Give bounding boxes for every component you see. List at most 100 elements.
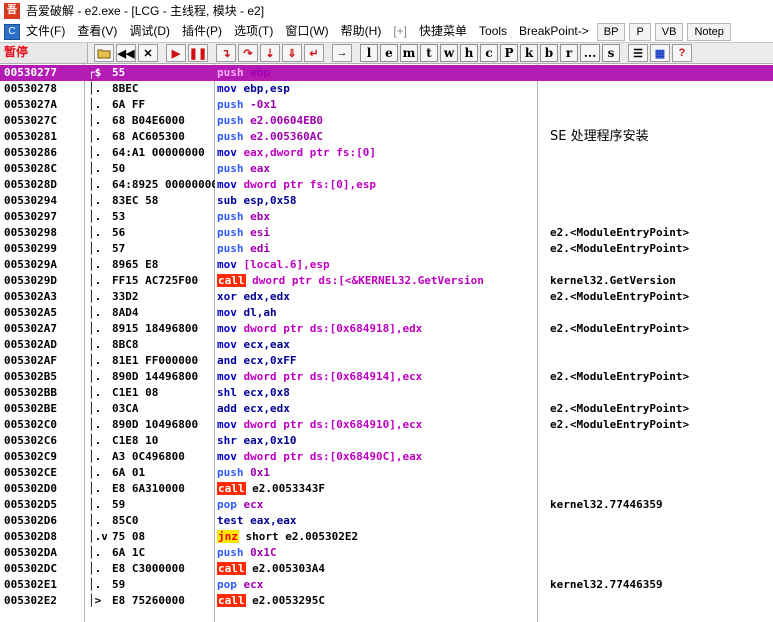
threads-window-button[interactable]: t xyxy=(420,44,438,62)
mnemonic: mov xyxy=(217,370,237,383)
operands: esp,0x58 xyxy=(243,194,297,207)
menu-tools[interactable]: Tools xyxy=(473,21,513,42)
disasm-row[interactable]: 005302DA │. 6A 1C push 0x1C xyxy=(0,545,773,561)
disasm-row[interactable]: 005302D6 │. 85C0 test eax,eax xyxy=(0,513,773,529)
run-icon[interactable]: ▶ xyxy=(166,44,186,62)
comment-cell: e2.<ModuleEntryPoint> xyxy=(550,226,690,239)
disasm-row[interactable]: 0053028D │. 64:8925 00000000 mov dword ptr … xyxy=(0,177,773,193)
memory-window-button[interactable]: m xyxy=(400,44,418,62)
disasm-row[interactable]: 005302D5 │. 59 pop ecx kernel32.77446359 xyxy=(0,497,773,513)
disasm-row[interactable]: 005302AD │. 8BC8 mov ecx,eax xyxy=(0,337,773,353)
disasm-row[interactable]: 005302E1 │. 59 pop ecx kernel32.77446359 xyxy=(0,577,773,593)
flow-marker: │. xyxy=(88,546,102,559)
disasm-row[interactable]: 00530298 │. 56 push esi e2.<ModuleEntryPoint… xyxy=(0,225,773,241)
mnemonic: mov xyxy=(217,338,237,351)
trace-over-icon[interactable]: ⇓ xyxy=(282,44,302,62)
disasm-row[interactable]: 005302DC │. E8 C3000000 call e2.005303A4 xyxy=(0,561,773,577)
breakpoints-window-button[interactable]: b xyxy=(540,44,558,62)
menu-breakpoint[interactable]: BreakPoint-> xyxy=(513,21,595,42)
menu-window[interactable]: 窗口(W) xyxy=(279,21,334,42)
disasm-row[interactable]: 0053029D │. FF15 AC725F00 call dword ptr ds… xyxy=(0,273,773,289)
disasm-row[interactable]: 005302A7 │. 8915 18496800 mov dword ptr ds:… xyxy=(0,321,773,337)
disasm-row[interactable]: 005302E2 │> E8 75260000 call e2.0053295C xyxy=(0,593,773,609)
menu-help[interactable]: 帮助(H) xyxy=(335,21,388,42)
tab-p[interactable]: P xyxy=(629,22,651,41)
comment-cell: e2.<ModuleEntryPoint> xyxy=(550,402,690,415)
execute-till-return-icon[interactable]: ↵ xyxy=(304,44,324,62)
pause-icon[interactable]: ❚❚ xyxy=(188,44,208,62)
disasm-row[interactable]: 005302C0 │. 890D 10496800 mov dword ptr ds:… xyxy=(0,417,773,433)
disasm-row[interactable]: 005302BE │. 03CA add ecx,edx e2.<ModuleEntry… xyxy=(0,401,773,417)
menu-debug[interactable]: 调试(D) xyxy=(123,21,176,42)
references-window-button[interactable]: r xyxy=(560,44,578,62)
tab-bp[interactable]: BP xyxy=(596,22,626,41)
rewind-icon[interactable]: ◀◀ xyxy=(116,44,136,62)
disassembly-cell: push 0x1 xyxy=(217,465,537,481)
disasm-row[interactable]: 0053028C │. 50 push eax xyxy=(0,161,773,177)
disasm-row[interactable]: 005302BB │. C1E1 08 shl ecx,0x8 xyxy=(0,385,773,401)
address-cell: 00530286 xyxy=(4,146,57,159)
flow-marker: │. xyxy=(88,82,102,95)
modules-window-button[interactable]: e xyxy=(380,44,398,62)
call-stack-window-button[interactable]: k xyxy=(520,44,538,62)
system-menu-icon[interactable]: C xyxy=(4,23,20,40)
tab-notepad[interactable]: Notep xyxy=(687,22,731,41)
menu-view[interactable]: 查看(V) xyxy=(71,21,123,42)
address-cell: 00530298 xyxy=(4,226,57,239)
disasm-row[interactable]: 005302A5 │. 8AD4 mov dl,ah xyxy=(0,305,773,321)
options-grid-icon[interactable]: ▦ xyxy=(650,44,670,62)
patches-window-button[interactable]: P xyxy=(500,44,518,62)
disasm-row[interactable]: 005302A3 │. 33D2 xor edx,edx e2.<ModuleEntry… xyxy=(0,289,773,305)
menu-plugins[interactable]: 插件(P) xyxy=(176,21,228,42)
flow-marker: │. xyxy=(88,210,102,223)
mnemonic: mov xyxy=(217,306,237,319)
log-window-button[interactable]: l xyxy=(360,44,378,62)
disassembly-cell: mov ebp,esp xyxy=(217,81,537,97)
disasm-row[interactable]: 005302AF │. 81E1 FF000000 and ecx,0xFF xyxy=(0,353,773,369)
help-icon[interactable]: ? xyxy=(672,44,692,62)
disasm-row[interactable]: 00530281 │. 68 AC605300 push e2.005360AC SE … xyxy=(0,129,773,145)
disasm-row[interactable]: 00530286 │. 64:A1 00000000 mov eax,dword pt… xyxy=(0,145,773,161)
flow-marker: ┌$ xyxy=(88,66,102,79)
disasm-row[interactable]: 005302D8 │.v 75 08 jnz short e2.005302E2 xyxy=(0,529,773,545)
disassembly-pane[interactable]: 00530277 ┌$ 55 push ebp 00530278 │. 8BEC mov eb… xyxy=(0,64,773,622)
go-to-icon[interactable]: → xyxy=(332,44,352,62)
disassembly-cell: pop ecx xyxy=(217,577,537,593)
mnemonic: xor xyxy=(217,290,237,303)
cpu-window-button[interactable]: c xyxy=(480,44,498,62)
address-cell: 005302C9 xyxy=(4,450,57,463)
menu-expand[interactable]: [+] xyxy=(387,21,413,42)
source-window-button[interactable]: s xyxy=(602,44,620,62)
operands: edi xyxy=(250,242,270,255)
disasm-row[interactable]: 00530294 │. 83EC 58 sub esp,0x58 xyxy=(0,193,773,209)
handles-window-button[interactable]: h xyxy=(460,44,478,62)
tab-vb[interactable]: VB xyxy=(654,22,684,41)
windows-window-button[interactable]: w xyxy=(440,44,458,62)
list-icon[interactable]: ☰ xyxy=(628,44,648,62)
disasm-row[interactable]: 005302C6 │. C1E8 10 shr eax,0x10 xyxy=(0,433,773,449)
trace-into-icon[interactable]: ⇣ xyxy=(260,44,280,62)
disasm-row[interactable]: 00530277 ┌$ 55 push ebp xyxy=(0,65,773,81)
disasm-row[interactable]: 0053029A │. 8965 E8 mov [local.6],esp xyxy=(0,257,773,273)
menu-shortcuts[interactable]: 快捷菜单 xyxy=(413,21,473,42)
disasm-row[interactable]: 00530299 │. 57 push edi e2.<ModuleEntryPoint… xyxy=(0,241,773,257)
comment-cell: e2.<ModuleEntryPoint> xyxy=(550,418,690,431)
disassembly-cell: mov dword ptr ds:[0x68490C],eax xyxy=(217,449,537,465)
step-over-icon[interactable]: ↷ xyxy=(238,44,258,62)
disasm-row[interactable]: 005302CE │. 6A 01 push 0x1 xyxy=(0,465,773,481)
disasm-row[interactable]: 00530278 │. 8BEC mov ebp,esp xyxy=(0,81,773,97)
disasm-row[interactable]: 00530297 │. 53 push ebx xyxy=(0,209,773,225)
menu-file[interactable]: 文件(F) xyxy=(20,21,71,42)
menu-options[interactable]: 选项(T) xyxy=(228,21,279,42)
close-icon[interactable]: ✕ xyxy=(138,44,158,62)
disasm-row[interactable]: 005302B5 │. 890D 14496800 mov dword ptr ds:… xyxy=(0,369,773,385)
disassembly-cell: mov dword ptr ds:[0x684910],ecx xyxy=(217,417,537,433)
run-trace-window-button[interactable]: ... xyxy=(580,44,600,62)
hex-dump-cell: 890D 10496800 xyxy=(112,418,199,431)
disasm-row[interactable]: 005302C9 │. A3 0C496800 mov dword ptr ds:[0… xyxy=(0,449,773,465)
step-into-icon[interactable]: ↴ xyxy=(216,44,236,62)
open-file-icon[interactable] xyxy=(94,44,114,62)
disasm-row[interactable]: 0053027A │. 6A FF push -0x1 xyxy=(0,97,773,113)
disasm-row[interactable]: 0053027C │. 68 B04E6000 push e2.00604EB0 xyxy=(0,113,773,129)
disasm-row[interactable]: 005302D0 │. E8 6A310000 call e2.0053343F xyxy=(0,481,773,497)
